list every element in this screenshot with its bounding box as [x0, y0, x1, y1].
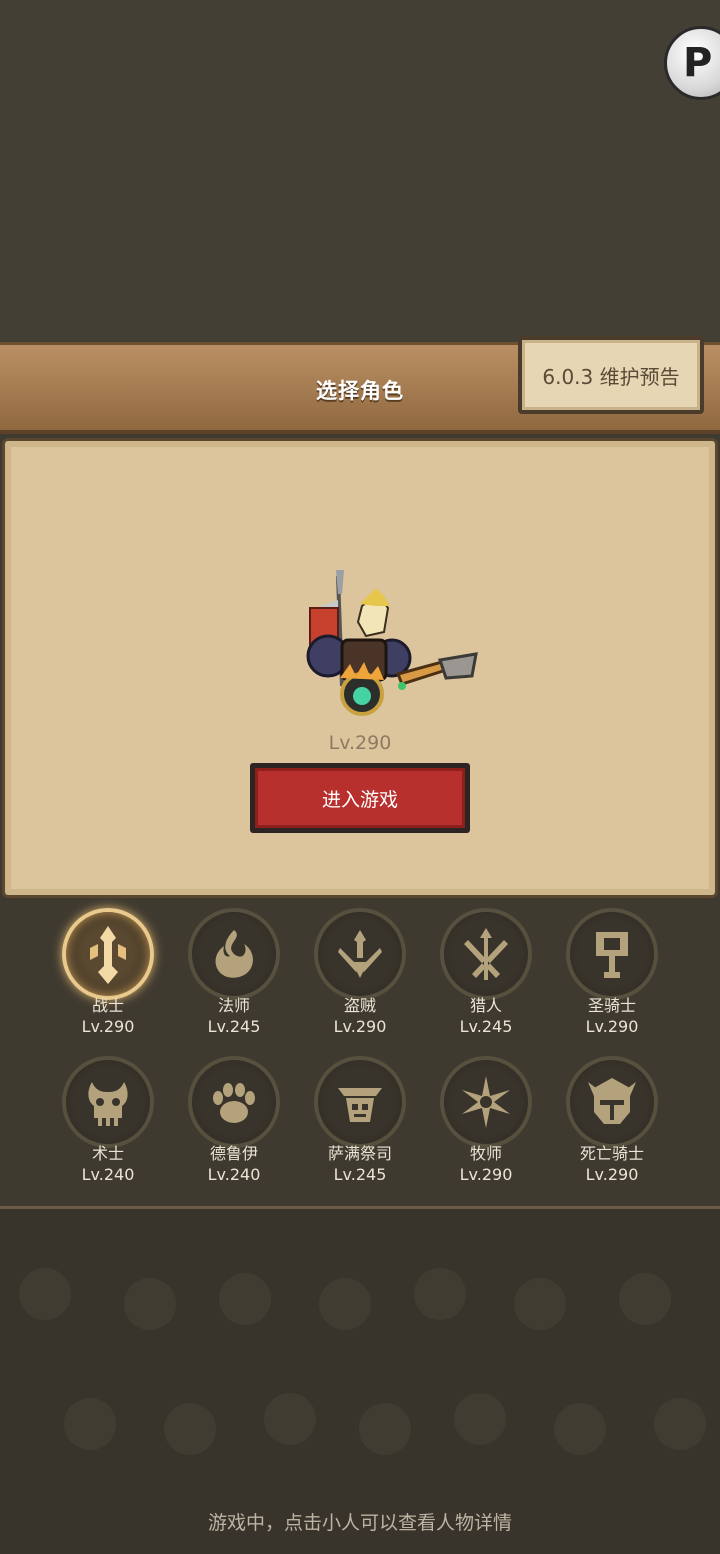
class-circle	[314, 1056, 406, 1148]
class-level: Lv.290	[459, 1165, 513, 1184]
class-level: Lv.245	[333, 1165, 387, 1184]
class-item-hunter[interactable]: 猎人 Lv.245	[426, 908, 546, 1038]
star-icon	[462, 1076, 510, 1128]
class-circle	[314, 908, 406, 1000]
class-level: Lv.290	[585, 1165, 639, 1184]
footer-hint: 游戏中，点击小人可以查看人物详情	[207, 1512, 512, 1534]
class-name: 德鲁伊	[209, 1144, 258, 1163]
class-circle	[566, 1056, 658, 1148]
class-circle	[440, 1056, 532, 1148]
class-level: Lv.290	[333, 1017, 387, 1036]
class-circle	[62, 908, 154, 1000]
class-circle	[440, 908, 532, 1000]
emblem-pattern	[19, 1268, 706, 1455]
helm-icon	[588, 1078, 636, 1124]
class-name: 萨满祭司	[327, 1144, 392, 1163]
class-level: Lv.240	[81, 1165, 135, 1184]
enter-game-button[interactable]: 进入游戏	[250, 763, 470, 833]
arrows-icon	[464, 928, 508, 980]
sword-icon	[90, 926, 126, 984]
class-item-priest[interactable]: 牧师 Lv.290	[426, 1056, 546, 1186]
class-item-death-knight[interactable]: 死亡骑士 Lv.290	[552, 1056, 672, 1186]
class-circle	[62, 1056, 154, 1148]
class-level: Lv.290	[81, 1017, 135, 1036]
class-name: 战士	[91, 996, 124, 1015]
class-name: 圣骑士	[587, 996, 636, 1015]
class-item-warrior[interactable]: 战士 Lv.290	[48, 908, 168, 1038]
maintenance-notice-button[interactable]: 6.0.3 维护预告	[518, 336, 704, 414]
class-item-warlock[interactable]: 术士 Lv.240	[48, 1056, 168, 1186]
totem-icon	[338, 1088, 382, 1122]
class-name: 盗贼	[343, 996, 376, 1015]
class-name: 法师	[217, 996, 250, 1015]
flame-icon	[215, 930, 253, 978]
class-name: 死亡骑士	[579, 1144, 644, 1163]
class-item-shaman[interactable]: 萨满祭司 Lv.245	[300, 1056, 420, 1186]
class-name: 猎人	[469, 996, 502, 1015]
daggers-icon	[338, 930, 382, 978]
hammer-icon	[596, 932, 628, 978]
class-item-druid[interactable]: 德鲁伊 Lv.240	[174, 1056, 294, 1186]
class-name: 牧师	[469, 1144, 502, 1163]
skull-icon	[88, 1082, 128, 1126]
class-level: Lv.240	[207, 1165, 261, 1184]
hero-level: Lv.290	[328, 732, 392, 754]
class-level: Lv.245	[459, 1017, 513, 1036]
class-circle	[188, 1056, 280, 1148]
decorative-background	[0, 1209, 720, 1554]
character-sprite[interactable]	[280, 566, 480, 736]
class-circle	[188, 908, 280, 1000]
top-area	[0, 0, 720, 342]
class-item-rogue[interactable]: 盗贼 Lv.290	[300, 908, 420, 1038]
class-level: Lv.290	[585, 1017, 639, 1036]
class-item-paladin[interactable]: 圣骑士 Lv.290	[552, 908, 672, 1038]
class-circle	[566, 908, 658, 1000]
class-level: Lv.245	[207, 1017, 261, 1036]
paw-icon	[213, 1083, 255, 1123]
class-item-mage[interactable]: 法师 Lv.245	[174, 908, 294, 1038]
class-name: 术士	[91, 1144, 124, 1163]
